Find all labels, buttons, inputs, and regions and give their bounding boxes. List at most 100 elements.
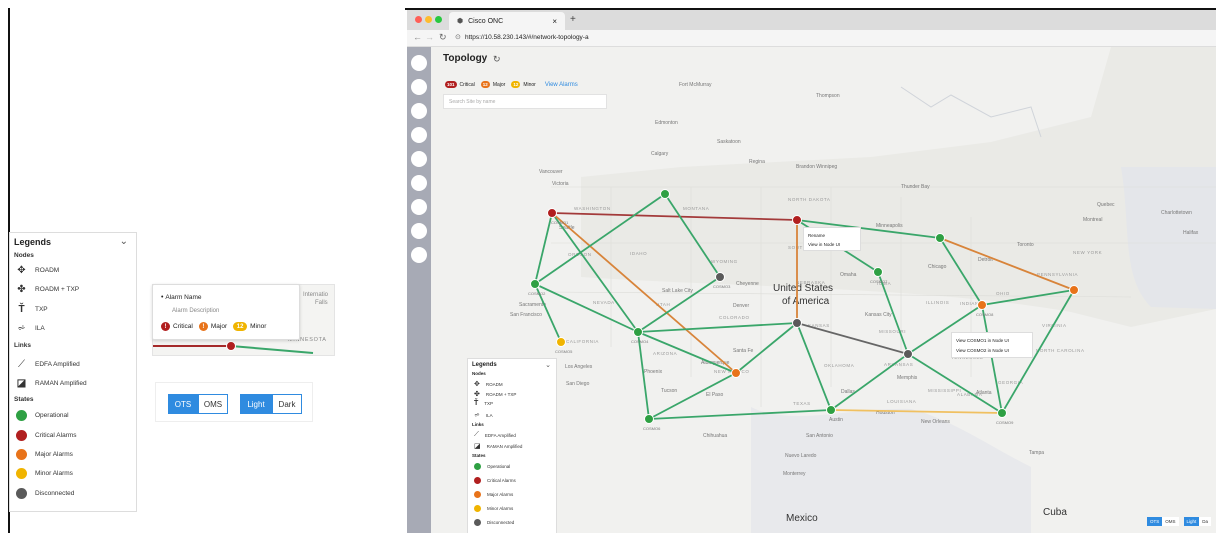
- forward-icon[interactable]: →: [425, 32, 434, 42]
- close-window-icon[interactable]: [415, 16, 422, 23]
- map-light-button[interactable]: Light: [1183, 517, 1200, 526]
- link-op-2[interactable]: [551, 212, 639, 333]
- sidebar-button-8[interactable]: [411, 223, 427, 239]
- map-dark-button[interactable]: Da: [1199, 517, 1212, 526]
- link-op-24[interactable]: [637, 331, 737, 374]
- sidebar-button-2[interactable]: [411, 79, 427, 95]
- link-op-19[interactable]: [907, 353, 1003, 414]
- sidebar-button-5[interactable]: [411, 151, 427, 167]
- node-major-3[interactable]: [1069, 285, 1079, 295]
- map-legend-states: States: [472, 453, 486, 458]
- node-major-2[interactable]: [977, 300, 987, 310]
- node-disconnected-3[interactable]: [903, 349, 913, 359]
- chevron-down-icon[interactable]: ⌄: [120, 236, 128, 247]
- link-op-4[interactable]: [664, 193, 721, 278]
- node-disconnected-1[interactable]: [715, 272, 725, 282]
- link-op-12[interactable]: [735, 322, 798, 374]
- node-op-7[interactable]: [935, 233, 945, 243]
- sidebar-button-4[interactable]: [411, 127, 427, 143]
- node-op-3[interactable]: [633, 327, 643, 337]
- sidebar-button-6[interactable]: [411, 175, 427, 191]
- dark-theme-button[interactable]: Dark: [272, 394, 302, 414]
- link-op-9[interactable]: [637, 322, 798, 333]
- legend-item-edfa: ⟋ EDFA Amplified: [18, 359, 80, 370]
- site-search-input[interactable]: Search Site by name: [443, 94, 607, 109]
- context-menu-view-cosmo2[interactable]: View COSMO2 in Node UI: [956, 346, 1028, 356]
- node-minor-1[interactable]: [556, 337, 566, 347]
- link-op-8[interactable]: [637, 331, 650, 420]
- operational-dot: [16, 410, 27, 421]
- alarm-tooltip: • Alarm Name Alarm Description ! Critica…: [152, 284, 300, 340]
- browser-url-bar: ← → ↻ ⊙ https://10.58.230.143/#/network-…: [407, 30, 1216, 47]
- oms-toggle-button[interactable]: OMS: [198, 394, 228, 414]
- sidebar-button-7[interactable]: [411, 199, 427, 215]
- node-op-6[interactable]: [873, 267, 883, 277]
- major-dot: [474, 491, 481, 498]
- map-legend-title: Legends: [472, 362, 497, 368]
- sidebar-button-3[interactable]: [411, 103, 427, 119]
- node-op-4[interactable]: [644, 414, 654, 424]
- chevron-down-icon[interactable]: ⌄: [545, 361, 551, 369]
- link-major-3[interactable]: [939, 237, 1075, 291]
- critical-dot: [16, 430, 27, 441]
- app-sidebar: [407, 47, 431, 533]
- link-op-21[interactable]: [981, 289, 1075, 306]
- critical-node[interactable]: [226, 341, 236, 351]
- legend-item-ila: ⩫ ILA: [17, 323, 45, 334]
- node-context-menu: Rename View in Node UI: [803, 227, 861, 251]
- map-legend-item: ◪ RAMAN Amplified: [474, 443, 523, 450]
- maximize-window-icon[interactable]: [435, 16, 442, 23]
- reload-icon[interactable]: ↻: [439, 32, 447, 43]
- new-tab-button[interactable]: +: [570, 14, 576, 25]
- topology-map[interactable]: United States of America Mexico Cuba Van…: [431, 47, 1216, 533]
- ots-toggle-button[interactable]: OTS: [168, 394, 198, 414]
- node-disconnected-2[interactable]: [792, 318, 802, 328]
- link-op-23[interactable]: [981, 304, 1003, 414]
- sidebar-button-9[interactable]: [411, 247, 427, 263]
- ila-icon: ⩫: [17, 323, 26, 334]
- map-legend-item: ✥ ROADM: [474, 381, 503, 388]
- link-op-16[interactable]: [877, 271, 909, 355]
- node-op-8[interactable]: [997, 408, 1007, 418]
- legend-section-nodes: Nodes: [14, 252, 34, 259]
- back-icon[interactable]: ←: [413, 32, 422, 42]
- link-op-10[interactable]: [648, 372, 737, 420]
- minimize-window-icon[interactable]: [425, 16, 432, 23]
- node-op-1[interactable]: [660, 189, 670, 199]
- node-op-2[interactable]: [530, 279, 540, 289]
- node-op-5[interactable]: [826, 405, 836, 415]
- sidebar-button-1[interactable]: [411, 55, 427, 71]
- link-op-15[interactable]: [796, 322, 832, 411]
- link-op-11[interactable]: [648, 409, 832, 420]
- alarm-description: Alarm Description: [172, 308, 220, 314]
- url-field[interactable]: https://10.58.230.143/#/network-topology…: [465, 34, 589, 41]
- link-op-6[interactable]: [534, 283, 639, 333]
- legend-item-critical: Critical Alarms: [16, 430, 77, 441]
- minor-count-badge: 12: [511, 81, 521, 88]
- roadm-icon: ✥: [474, 381, 480, 388]
- node-critical-2[interactable]: [792, 215, 802, 225]
- lock-icon: ⊙: [455, 34, 461, 41]
- link-disconnected-1[interactable]: [796, 322, 909, 355]
- light-theme-button[interactable]: Light: [240, 394, 272, 414]
- view-alarms-link[interactable]: View Alarms: [545, 82, 578, 88]
- context-menu-view-cosmo1[interactable]: View COSMO1 in Node UI: [956, 336, 1028, 346]
- tab-close-icon[interactable]: ×: [552, 17, 557, 26]
- map-ots-button[interactable]: OTS: [1147, 517, 1163, 526]
- legend-item-disconnected: Disconnected: [16, 488, 74, 499]
- map-legend-item: Critical Alarms: [474, 477, 516, 484]
- refresh-icon[interactable]: ↻: [493, 54, 501, 65]
- context-menu-rename[interactable]: Rename: [808, 231, 856, 240]
- context-menu-view-node[interactable]: View in Node UI: [808, 240, 856, 249]
- node-major-1[interactable]: [731, 368, 741, 378]
- link-op-17[interactable]: [939, 237, 983, 306]
- link-op-3[interactable]: [534, 193, 666, 285]
- map-oms-button[interactable]: OMS: [1162, 517, 1179, 526]
- link-major-1[interactable]: [551, 212, 737, 374]
- link-critical-1[interactable]: [551, 212, 798, 221]
- browser-tab[interactable]: ⬢ Cisco ONC ×: [449, 12, 565, 30]
- link-op-20[interactable]: [830, 353, 909, 411]
- node-critical-1[interactable]: [547, 208, 557, 218]
- minor-dot: [16, 468, 27, 479]
- link-minor-1[interactable]: [830, 409, 1003, 414]
